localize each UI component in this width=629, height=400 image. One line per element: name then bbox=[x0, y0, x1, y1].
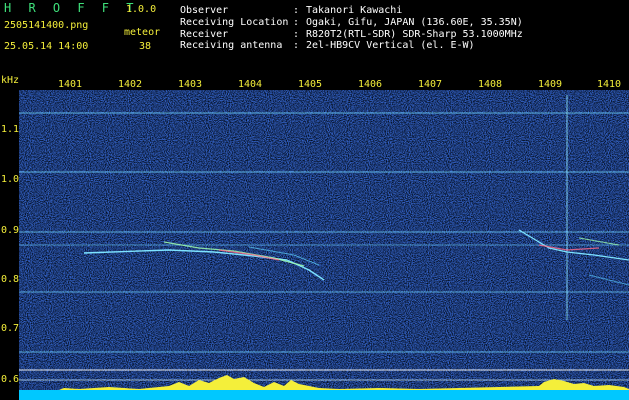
info-values: Takanori Kawachi Ogaki, Gifu, JAPAN (136… bbox=[306, 5, 523, 52]
y-tick-label: 0.9 bbox=[1, 225, 20, 236]
y-tick-label: 0.7 bbox=[1, 323, 20, 334]
info-separator: : bbox=[293, 40, 300, 52]
file-name: 2505141400.png bbox=[4, 20, 89, 31]
x-tick-label: 1402 bbox=[117, 79, 143, 90]
x-tick-label: 1405 bbox=[297, 79, 323, 90]
x-tick-label: 1403 bbox=[177, 79, 203, 90]
meteor-count: 38 bbox=[139, 41, 152, 52]
info-separator: : bbox=[293, 5, 300, 16]
info-labels: Observer Receiving Location Receiver Rec… bbox=[180, 5, 288, 52]
x-tick-label: 1404 bbox=[237, 79, 263, 90]
info-value-receiver: R820T2(RTL-SDR) SDR-Sharp 53.1000MHz bbox=[306, 28, 523, 40]
info-separator: : bbox=[293, 16, 300, 28]
info-value-observer: Takanori Kawachi bbox=[306, 5, 403, 16]
meteor-label: meteor bbox=[124, 27, 161, 38]
info-label-antenna: Receiving antenna bbox=[180, 40, 283, 52]
x-tick-label: 1409 bbox=[537, 79, 563, 90]
info-separator: : bbox=[293, 28, 300, 40]
app-title: H R O F F T bbox=[4, 1, 139, 15]
info-label-receiver: Receiver bbox=[180, 28, 229, 40]
info-value-location: Ogaki, Gifu, JAPAN (136.60E, 35.35N) bbox=[306, 16, 523, 28]
info-label-location: Receiving Location bbox=[180, 16, 289, 28]
app-version: 1.0.0 bbox=[126, 4, 157, 15]
x-tick-label: 1401 bbox=[57, 79, 83, 90]
info-label-observer: Observer bbox=[180, 5, 229, 16]
y-tick-label: 0.6 bbox=[1, 374, 20, 385]
info-separators: : : : : bbox=[293, 5, 299, 52]
x-tick-label: 1406 bbox=[357, 79, 383, 90]
spectrogram-plot bbox=[19, 90, 629, 400]
x-tick-label: 1410 bbox=[596, 79, 622, 90]
x-tick-label: 1408 bbox=[477, 79, 503, 90]
y-axis-unit: kHz bbox=[1, 75, 20, 86]
x-tick-label: 1407 bbox=[417, 79, 443, 90]
y-tick-label: 1.1 bbox=[1, 124, 20, 135]
date-time: 25.05.14 14:00 bbox=[4, 41, 89, 52]
y-tick-label: 1.0 bbox=[1, 174, 20, 185]
y-tick-label: 0.8 bbox=[1, 274, 20, 285]
info-value-antenna: 2el-HB9CV Vertical (el. E-W) bbox=[306, 40, 475, 52]
power-baseline bbox=[19, 390, 629, 400]
header-panel: H R O F F T 1.0.0 2505141400.png meteor … bbox=[0, 0, 629, 74]
